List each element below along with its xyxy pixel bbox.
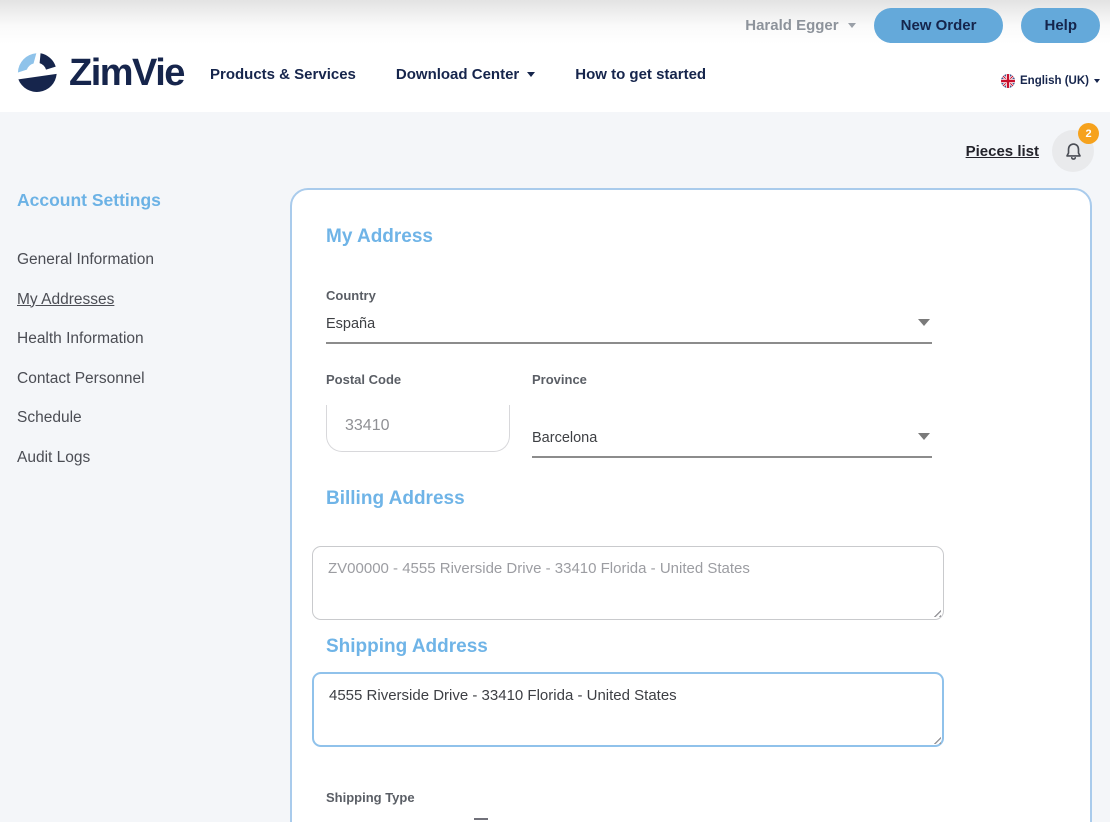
sidebar-item-audit-logs[interactable]: Audit Logs [17,449,267,467]
caret-down-icon [527,72,536,77]
postal-code-label: Postal Code [326,372,402,387]
caret-down-icon [918,319,930,326]
page: Harald Egger New Order Help ZimVie Produ… [0,0,1110,822]
main-nav: Products & Services Download Center How … [210,66,706,83]
sidebar-item-general-information[interactable]: General Information [17,251,267,269]
notifications-button[interactable]: 2 [1052,123,1099,172]
sidebar-title: Account Settings [17,190,161,210]
postal-code-field: Postal Code [326,372,532,458]
zimvie-logo-text: ZimVie [69,52,185,94]
nav-how-to-get-started[interactable]: How to get started [575,66,706,83]
province-field: Province Barcelona [532,372,1090,458]
nav-label: Download Center [395,66,520,83]
province-select[interactable]: Barcelona [532,429,932,458]
billing-address-textarea[interactable]: ZV00000 - 4555 Riverside Drive - 33410 F… [312,546,944,620]
sidebar: Account Settings General Information My … [17,190,267,488]
nav-download-center[interactable]: Download Center [395,66,536,83]
nav-products-services[interactable]: Products & Services [210,66,356,83]
sidebar-item-my-addresses[interactable]: My Addresses [17,291,267,309]
shipping-type-label: Shipping Type [326,790,415,805]
country-label: Country [326,288,376,303]
province-label: Province [532,372,587,387]
bell-icon [1065,142,1081,160]
user-menu[interactable]: Harald Egger [745,17,856,34]
my-address-heading: My Address [326,226,433,247]
caret-down-icon [1094,79,1100,83]
sidebar-item-health-information[interactable]: Health Information [17,330,267,348]
billing-address-field: ZV00000 - 4555 Riverside Drive - 33410 F… [312,546,944,620]
zimvie-logo[interactable]: ZimVie [14,50,185,96]
province-value: Barcelona [532,430,598,446]
nav-label: How to get started [575,66,707,83]
header: Harald Egger New Order Help ZimVie Produ… [0,0,1110,112]
caret-down-icon [918,433,930,440]
help-button[interactable]: Help [1021,8,1100,43]
country-value: España [326,316,376,332]
sidebar-item-contact-personnel[interactable]: Contact Personnel [17,370,267,388]
caret-down-icon [847,23,856,28]
zimvie-logo-mark-icon [17,53,57,92]
shipping-type-checkbox-partial[interactable] [474,818,488,822]
billing-address-heading: Billing Address [326,488,465,509]
shipping-address-heading: Shipping Address [326,636,488,657]
header-top-row: Harald Egger New Order Help [745,8,1100,43]
country-select[interactable]: España [326,315,932,344]
language-selector[interactable]: English (UK) [1001,74,1100,88]
postal-province-row: Postal Code Province Barcelona [326,372,1090,458]
shipping-address-textarea[interactable]: 4555 Riverside Drive - 33410 Florida - U… [312,672,944,747]
sidebar-item-schedule[interactable]: Schedule [17,409,267,427]
new-order-button[interactable]: New Order [873,8,1004,43]
uk-flag-icon [1001,74,1015,88]
nav-label: Products & Services [210,66,356,83]
notification-badge: 2 [1078,123,1099,144]
my-address-panel: My Address Country España Postal Code Pr… [290,188,1092,822]
pieces-row: Pieces list 2 [966,123,1099,172]
postal-code-input[interactable] [326,405,510,452]
language-label: English (UK) [1020,75,1089,87]
user-name: Harald Egger [745,17,839,34]
shipping-address-field: 4555 Riverside Drive - 33410 Florida - U… [312,672,944,747]
pieces-list-link[interactable]: Pieces list [966,143,1039,160]
